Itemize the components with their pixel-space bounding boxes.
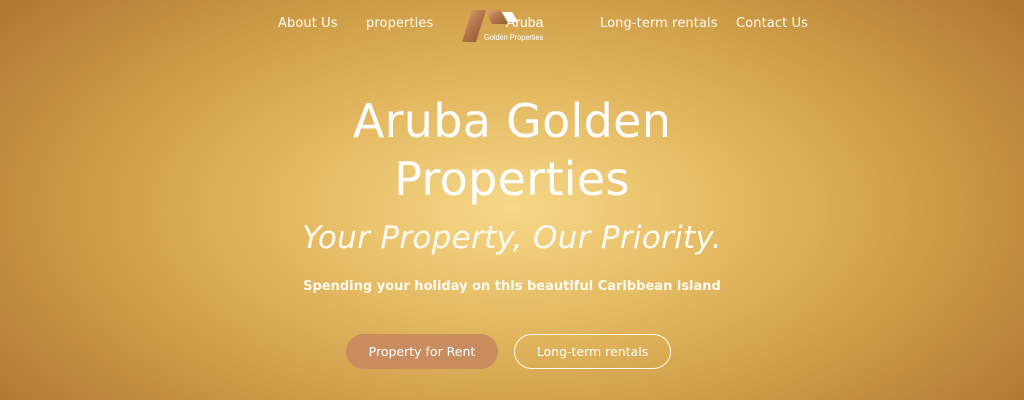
site-logo[interactable]: Aruba Golden Properties xyxy=(462,4,562,48)
nav-link-contact-us[interactable]: Contact Us xyxy=(736,16,808,31)
hero-tagline: Your Property, Our Priority. xyxy=(302,220,722,256)
property-for-rent-button[interactable]: Property for Rent xyxy=(346,334,498,369)
long-term-rentals-button[interactable]: Long-term rentals xyxy=(514,334,671,369)
hero-title: Aruba Golden Properties xyxy=(0,92,1024,208)
nav-link-about-us[interactable]: About Us xyxy=(278,16,338,31)
top-navigation: About Us properties Aruba Golden Propert… xyxy=(0,0,1024,50)
hero-title-text: Aruba Golden Properties xyxy=(352,94,672,206)
logo-name: Aruba xyxy=(506,14,544,30)
logo-subtitle: Golden Properties xyxy=(484,33,544,42)
hero-subline: Spending your holiday on this beautiful … xyxy=(303,279,721,294)
nav-link-long-term-rentals[interactable]: Long-term rentals xyxy=(600,16,718,31)
nav-link-properties[interactable]: properties xyxy=(366,16,433,31)
